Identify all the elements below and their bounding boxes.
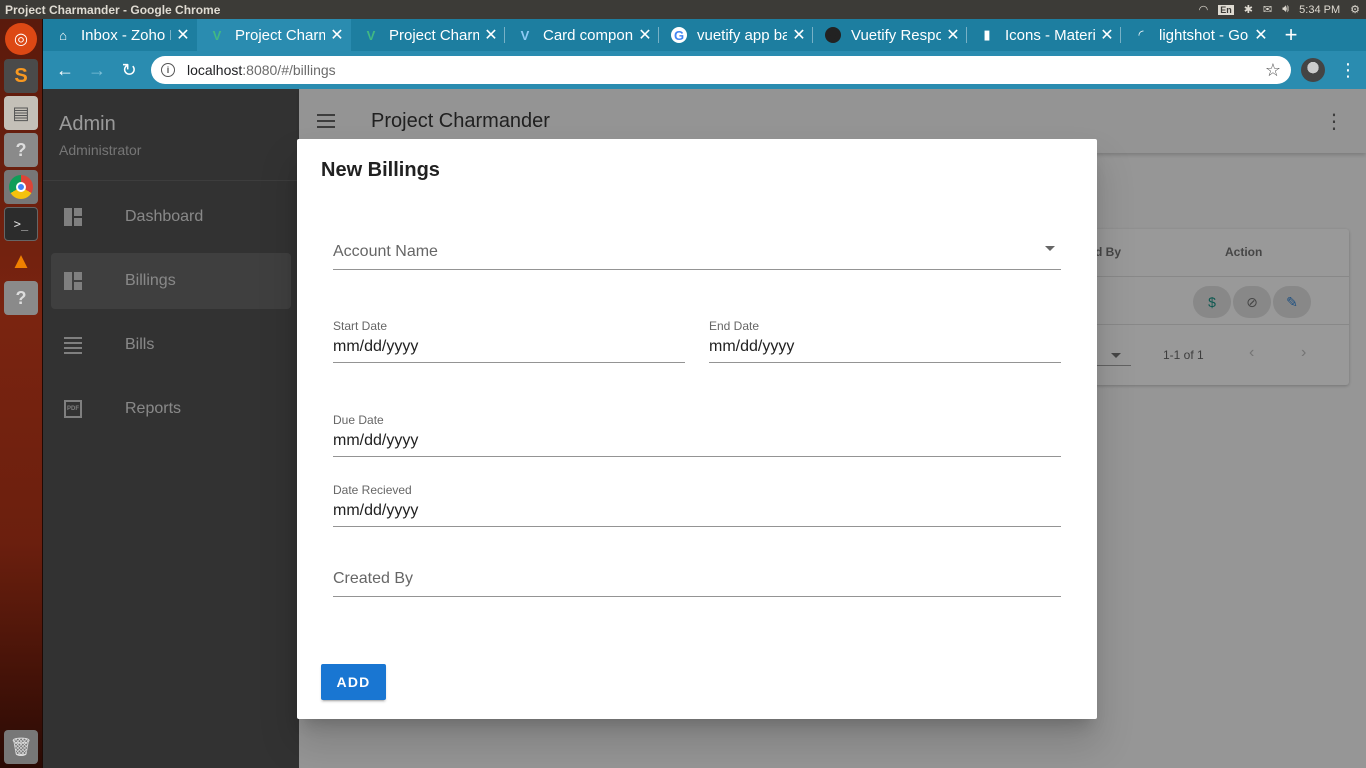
profile-avatar[interactable] xyxy=(1301,58,1325,82)
close-tab-icon[interactable]: ✕ xyxy=(175,25,191,45)
browser-tab[interactable]: ▮ Icons - Material ✕ xyxy=(967,19,1121,51)
os-top-bar: Project Charmander - Google Chrome ◠ En … xyxy=(0,0,1366,19)
tab-title: Project Charmander xyxy=(235,26,325,44)
start-date-label: Start Date xyxy=(333,319,388,333)
wifi-icon[interactable]: ◠ xyxy=(1199,3,1209,16)
close-tab-icon[interactable]: ✕ xyxy=(637,25,653,45)
app-viewport: Admin Administrator Dashboard Billings B… xyxy=(43,89,1366,768)
new-tab-button[interactable]: + xyxy=(1275,19,1307,51)
created-by-field[interactable]: Created By xyxy=(333,561,1061,597)
loading-icon: ◜ xyxy=(1138,27,1144,42)
arrow-drop-down-icon[interactable] xyxy=(1045,246,1055,251)
tab-title: Project Charmander xyxy=(389,26,479,44)
ubuntu-launcher: ◎ S ▤ ? >_ ▲ ? 🗑︎ xyxy=(0,19,43,768)
account-name-label: Account Name xyxy=(333,243,438,260)
end-date-input[interactable]: mm/dd/yyyy xyxy=(709,338,794,356)
browser-tab[interactable]: V Project Charmander ✕ xyxy=(351,19,505,51)
window-title: Project Charmander - Google Chrome xyxy=(5,2,221,17)
files-icon[interactable]: ▤ xyxy=(4,96,38,130)
created-by-label: Created By xyxy=(333,570,414,587)
due-date-input[interactable]: mm/dd/yyyy xyxy=(333,432,418,450)
ubuntu-dash-icon[interactable]: ◎ xyxy=(5,23,37,55)
chrome-menu-icon[interactable]: ⋮ xyxy=(1339,60,1357,81)
browser-tab[interactable]: ● Vuetify Responsive ✕ xyxy=(813,19,967,51)
tab-title: Card component xyxy=(543,26,633,44)
site-info-icon[interactable]: i xyxy=(161,63,175,77)
bookmark-icon: ▮ xyxy=(983,27,991,42)
browser-tab[interactable]: G vuetify app bar ✕ xyxy=(659,19,813,51)
account-name-select[interactable]: Account Name xyxy=(333,234,1061,270)
tab-title: vuetify app bar xyxy=(697,26,787,44)
close-tab-icon[interactable]: ✕ xyxy=(1099,25,1115,45)
vue-icon: V xyxy=(366,27,376,43)
dialog-title: New Billings xyxy=(321,159,440,181)
keyboard-layout-indicator[interactable]: En xyxy=(1218,4,1234,15)
google-icon: G xyxy=(671,27,687,43)
vlc-icon[interactable]: ▲ xyxy=(4,244,38,278)
new-billings-dialog: New Billings Account Name Start Date mm/… xyxy=(297,139,1097,719)
due-date-label: Due Date xyxy=(333,413,384,427)
bluetooth-icon[interactable]: ✱ xyxy=(1244,3,1253,16)
vuetify-icon: V xyxy=(520,27,530,43)
add-button[interactable]: ADD xyxy=(321,664,386,700)
unknown-app-icon[interactable]: ? xyxy=(4,281,38,315)
date-received-label: Date Recieved xyxy=(333,483,412,497)
close-tab-icon[interactable]: ✕ xyxy=(791,25,807,45)
due-date-field[interactable]: Due Date mm/dd/yyyy xyxy=(333,413,1061,457)
github-icon: ● xyxy=(825,27,841,43)
close-tab-icon[interactable]: ✕ xyxy=(329,25,345,45)
tab-title: lightshot - Google xyxy=(1159,26,1249,44)
url-path: :8080/#/billings xyxy=(242,62,336,78)
sublime-text-icon[interactable]: S xyxy=(4,59,38,93)
start-date-field[interactable]: Start Date mm/dd/yyyy xyxy=(333,319,685,363)
system-tray: ◠ En ✱ ✉ 🔊︎ 5:34 PM ⚙ xyxy=(1199,3,1366,16)
chrome-icon[interactable] xyxy=(4,170,38,204)
browser-toolbar: ← → ↻ i localhost:8080/#/billings ☆ ⋮ xyxy=(43,51,1366,89)
address-bar[interactable]: i localhost:8080/#/billings ☆ xyxy=(151,56,1291,84)
tab-title: Vuetify Responsive xyxy=(851,26,941,44)
start-date-input[interactable]: mm/dd/yyyy xyxy=(333,338,418,356)
trash-icon[interactable]: 🗑︎ xyxy=(4,730,38,764)
close-tab-icon[interactable]: ✕ xyxy=(945,25,961,45)
settings-gear-icon[interactable]: ⚙ xyxy=(1350,3,1360,16)
browser-tab[interactable]: ◜ lightshot - Google ✕ xyxy=(1121,19,1275,51)
url-host: localhost xyxy=(187,62,243,78)
forward-arrow-icon[interactable]: → xyxy=(81,54,113,86)
terminal-icon[interactable]: >_ xyxy=(4,207,38,241)
browser-tab-active[interactable]: V Project Charmander ✕ xyxy=(197,19,351,51)
clock[interactable]: 5:34 PM xyxy=(1299,4,1340,16)
tab-title: Icons - Material xyxy=(1005,26,1095,44)
reload-icon[interactable]: ↻ xyxy=(113,54,145,86)
unknown-app-icon[interactable]: ? xyxy=(4,133,38,167)
volume-icon[interactable]: 🔊︎ xyxy=(1282,3,1289,16)
zoho-mail-icon: ⌂ xyxy=(59,27,67,43)
bookmark-star-icon[interactable]: ☆ xyxy=(1265,60,1281,81)
tab-title: Inbox - Zoho M xyxy=(81,26,171,44)
end-date-label: End Date xyxy=(709,319,760,333)
date-received-field[interactable]: Date Recieved mm/dd/yyyy xyxy=(333,483,1061,527)
back-arrow-icon[interactable]: ← xyxy=(49,54,81,86)
close-tab-icon[interactable]: ✕ xyxy=(1253,25,1269,45)
browser-tab[interactable]: ⌂ Inbox - Zoho M ✕ xyxy=(43,19,197,51)
end-date-field[interactable]: End Date mm/dd/yyyy xyxy=(709,319,1061,363)
browser-tab[interactable]: V Card component ✕ xyxy=(505,19,659,51)
date-received-input[interactable]: mm/dd/yyyy xyxy=(333,502,418,520)
mail-icon[interactable]: ✉ xyxy=(1263,3,1272,16)
browser-tab-strip: ⌂ Inbox - Zoho M ✕ V Project Charmander … xyxy=(43,19,1366,51)
close-tab-icon[interactable]: ✕ xyxy=(483,25,499,45)
vue-icon: V xyxy=(212,27,222,43)
